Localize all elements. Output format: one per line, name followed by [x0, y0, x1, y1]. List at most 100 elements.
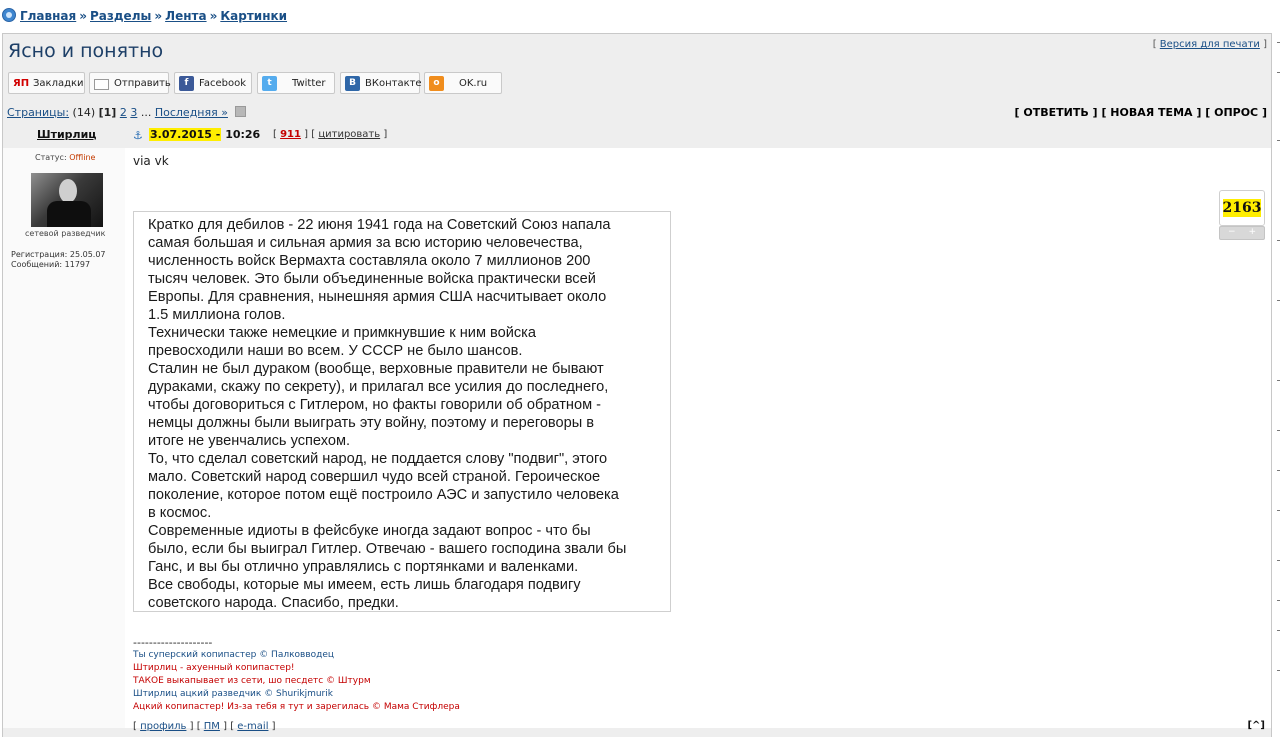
post-via: via vk	[133, 154, 169, 168]
status-value: Offline	[69, 153, 96, 162]
vote-up-icon[interactable]: +	[1248, 227, 1256, 238]
breadcrumb-separator: »	[154, 9, 163, 23]
breadcrumb-pictures[interactable]: Картинки	[220, 9, 287, 23]
page-jump-icon[interactable]	[235, 106, 247, 117]
reply-button[interactable]: [ ОТВЕТИТЬ ]	[1015, 106, 1098, 119]
send-email-label: Отправить	[114, 78, 171, 89]
print-version-link[interactable]: Версия для печати	[1160, 39, 1260, 50]
vk-icon: B	[345, 76, 360, 91]
author-stats: Регистрация: 25.05.07 Сообщений: 11797	[11, 250, 106, 270]
author-sidebar: Статус: Offline сетевой разведчик Регист…	[3, 148, 125, 728]
page-count: (14)	[72, 106, 96, 119]
signature-divider: --------------------	[133, 636, 213, 649]
author-status: Статус: Offline	[35, 153, 95, 162]
edge-mark	[1277, 470, 1280, 471]
page-link-3[interactable]: 3	[130, 106, 137, 119]
post-author[interactable]: Штирлиц	[37, 128, 96, 141]
vk-label: ВКонтакте	[365, 78, 422, 89]
scroll-top-button[interactable]: [^]	[1247, 720, 1265, 731]
breadcrumb-home[interactable]: Главная	[20, 9, 76, 23]
send-email-button[interactable]: Отправить	[89, 72, 171, 94]
breadcrumb-sections[interactable]: Разделы	[90, 9, 151, 23]
edge-mark	[1277, 140, 1280, 141]
profile-link[interactable]: профиль	[140, 721, 186, 732]
signature-line: Ацкий копипастер! Из-за тебя я тут и зар…	[133, 702, 460, 712]
rating-widget: 2163 − +	[1219, 190, 1265, 240]
pagination-bar: Страницы: (14) [1] 2 3 ... Последняя » […	[3, 102, 1271, 124]
twitter-label: Twitter	[292, 78, 326, 89]
vote-down-icon[interactable]: −	[1228, 227, 1236, 238]
facebook-share-button[interactable]: f Facebook	[174, 72, 252, 94]
signature-line: ТАКОЕ выкапывает из сети, шо песдетс © Ш…	[133, 676, 371, 686]
edge-mark	[1277, 300, 1280, 301]
signature-line: Штирлиц - ахуенный копипастер!	[133, 663, 295, 673]
post-number[interactable]: 911	[280, 129, 301, 140]
current-page: [1]	[98, 106, 117, 119]
post-image-text: Кратко для дебилов - 22 июня 1941 года н…	[133, 211, 671, 612]
edge-mark	[1277, 670, 1280, 671]
breadcrumb-feed[interactable]: Лента	[165, 9, 206, 23]
last-page-link[interactable]: Последняя »	[155, 106, 228, 119]
post-content: via vk Кратко для дебилов - 22 июня 1941…	[125, 148, 1271, 728]
edge-mark	[1277, 240, 1280, 241]
quote-button[interactable]: цитировать	[318, 129, 380, 140]
pagination: Страницы: (14) [1] 2 3 ... Последняя »	[7, 106, 247, 119]
breadcrumb-separator: »	[209, 9, 218, 23]
avatar-face	[59, 179, 77, 203]
print-bracket-open: [	[1152, 39, 1157, 50]
signature-line: Ты суперский копипастер © Палковводец	[133, 650, 335, 660]
poll-button[interactable]: [ ОПРОС ]	[1205, 106, 1267, 119]
edge-mark	[1277, 72, 1280, 73]
rating-value: 2163	[1222, 199, 1262, 217]
page-title: Ясно и понятно	[8, 40, 164, 62]
rating-controls: − +	[1219, 226, 1265, 240]
breadcrumb-separator: »	[79, 9, 87, 23]
email-link[interactable]: e-mail	[237, 721, 268, 732]
edge-mark	[1277, 380, 1280, 381]
edge-mark	[1277, 510, 1280, 511]
avatar[interactable]	[31, 173, 103, 227]
message-count: Сообщений: 11797	[11, 260, 91, 269]
topic-header: Ясно и понятно [ Версия для печати ]	[3, 34, 1271, 68]
post-time: 10:26	[225, 128, 261, 141]
facebook-icon: f	[179, 76, 194, 91]
registration-date: Регистрация: 25.05.07	[11, 250, 106, 259]
author-rank: сетевой разведчик	[25, 229, 106, 238]
print-version: [ Версия для печати ]	[1153, 39, 1267, 50]
ok-label: OK.ru	[459, 78, 488, 89]
pm-link[interactable]: ПМ	[204, 721, 220, 732]
post-quote-text: Кратко для дебилов - 22 июня 1941 года н…	[148, 217, 627, 611]
yandex-bookmarks-button[interactable]: ЯП Закладки	[8, 72, 85, 94]
anchor-icon[interactable]: ⚓	[133, 129, 143, 142]
topic-actions: [ ОТВЕТИТЬ ] [ НОВАЯ ТЕМА ] [ ОПРОС ]	[1015, 106, 1267, 119]
yandex-bookmarks-label: Закладки	[33, 78, 84, 89]
vk-share-button[interactable]: B ВКонтакте	[340, 72, 422, 94]
page-link-2[interactable]: 2	[120, 106, 127, 119]
post-date-highlighted: 3.07.2015 -	[149, 128, 222, 141]
signature-line: Штирлиц ацкий разведчик © Shurikjmurik	[133, 689, 333, 699]
topic-frame: Ясно и понятно [ Версия для печати ] ЯП …	[2, 33, 1272, 737]
status-label: Статус:	[35, 153, 67, 162]
facebook-label: Facebook	[199, 78, 246, 89]
print-bracket-close: ]	[1263, 39, 1267, 50]
share-bar: ЯП Закладки Отправить f Facebook t Twitt…	[3, 68, 1271, 102]
ok-share-button[interactable]: o OK.ru	[424, 72, 502, 94]
post-date: 3.07.2015 - 10:26	[149, 128, 260, 141]
post-signature: -------------------- Ты суперский копипа…	[133, 637, 460, 714]
edge-mark	[1277, 560, 1280, 561]
rating-score: 2163	[1219, 190, 1265, 226]
post-footer-links: [ профиль ] [ ПМ ] [ e-mail ]	[133, 721, 276, 732]
breadcrumb: Главная» Разделы» Лента» Картинки	[2, 8, 287, 24]
edge-mark	[1277, 42, 1280, 43]
pages-ellipsis: ...	[140, 106, 152, 119]
twitter-share-button[interactable]: t Twitter	[257, 72, 335, 94]
home-icon[interactable]	[2, 8, 16, 22]
avatar-body	[47, 201, 91, 227]
edge-mark	[1277, 430, 1280, 431]
edge-mark	[1277, 630, 1280, 631]
envelope-icon	[94, 79, 109, 90]
twitter-icon: t	[262, 76, 277, 91]
new-topic-button[interactable]: [ НОВАЯ ТЕМА ]	[1101, 106, 1201, 119]
pages-label[interactable]: Страницы:	[7, 106, 69, 119]
post-header: Штирлиц ⚓ 3.07.2015 - 10:26 [ 911 ] [ ци…	[3, 124, 1271, 148]
